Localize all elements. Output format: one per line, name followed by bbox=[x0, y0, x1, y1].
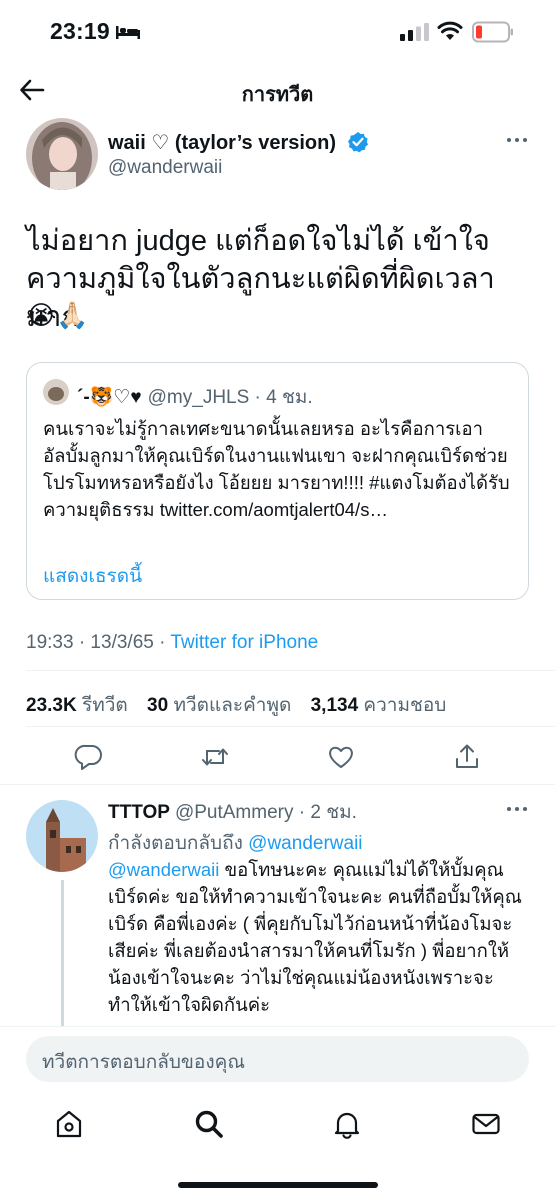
divider bbox=[26, 726, 555, 727]
battery-icon bbox=[472, 21, 513, 43]
likes-label[interactable]: ความชอบ bbox=[363, 695, 446, 716]
avatar[interactable] bbox=[26, 118, 98, 190]
tweet-timestamp: 19:33 · 13/3/65 · Twitter for iPhone bbox=[26, 632, 318, 654]
reply-input[interactable]: ทวีตการตอบกลับของคุณ bbox=[26, 1036, 529, 1082]
messages-icon[interactable] bbox=[470, 1108, 502, 1140]
thread-line bbox=[61, 880, 64, 1030]
reply-handle-time[interactable]: @PutAmmery · 2 ชม. bbox=[175, 802, 357, 823]
quote-header: ´-🐯♡♥ @my_JHLS · 4 ชม. bbox=[77, 382, 313, 412]
search-icon[interactable] bbox=[193, 1108, 225, 1140]
retweets-label[interactable]: รีทวีต bbox=[82, 695, 128, 716]
quotes-label[interactable]: ทวีตและคำพูด bbox=[173, 695, 291, 716]
reply-icon[interactable] bbox=[74, 742, 104, 772]
home-icon[interactable] bbox=[53, 1108, 85, 1140]
signal-icon bbox=[400, 23, 429, 41]
share-icon[interactable] bbox=[452, 742, 482, 772]
time-date: 19:33 · 13/3/65 · bbox=[26, 632, 171, 653]
likes-count[interactable]: 3,134 bbox=[311, 695, 359, 716]
handle[interactable]: @wanderwaii bbox=[108, 157, 222, 179]
home-indicator[interactable] bbox=[178, 1182, 378, 1188]
reply-text: @wanderwaii ขอโทษนะคะ คุณแม่ไม่ได้ให้บั้… bbox=[108, 856, 533, 1018]
status-time: 23:19 bbox=[50, 18, 110, 44]
more-icon[interactable] bbox=[504, 130, 530, 150]
wifi-icon bbox=[437, 21, 463, 40]
divider bbox=[0, 784, 555, 785]
engagement-stats: 23.3K รีทวีต 30 ทวีตและคำพูด 3,134 ความช… bbox=[26, 690, 460, 720]
reply-body: ขอโทษนะคะ คุณแม่ไม่ได้ให้บั้มคุณเบิร์ดค่… bbox=[108, 859, 522, 1015]
replying-prefix: กำลังตอบกลับถึง bbox=[108, 833, 249, 854]
reply-more-icon[interactable] bbox=[504, 799, 530, 819]
tweet-emojis: 😭🙏🏻 bbox=[26, 300, 89, 330]
reply-avatar[interactable] bbox=[26, 800, 98, 872]
quote-display-name: ´-🐯♡♥ bbox=[77, 387, 142, 408]
quote-avatar bbox=[43, 379, 69, 405]
divider bbox=[26, 670, 555, 671]
tweet-text: ไม่อยาก judge แต่ก็อดใจไม่ได้ เข้าใจความ… bbox=[26, 225, 495, 333]
quote-text: คนเราจะไม่รู้กาลเทศะขนาดนั้นเลยหรอ อะไรค… bbox=[43, 418, 510, 520]
display-name[interactable]: waii ♡ (taylor’s version) bbox=[108, 130, 336, 155]
quote-handle-time: @my_JHLS · 4 ชม. bbox=[147, 387, 313, 408]
replying-to: กำลังตอบกลับถึง @wanderwaii bbox=[108, 828, 363, 858]
replying-mention[interactable]: @wanderwaii bbox=[248, 833, 362, 854]
page-title: การทวีต bbox=[241, 84, 314, 106]
top-bar: การทวีต bbox=[0, 64, 555, 116]
reply-display-name[interactable]: TTTOP bbox=[108, 802, 170, 823]
verified-badge-icon bbox=[348, 132, 368, 153]
reply-mention[interactable]: @wanderwaii bbox=[108, 859, 219, 880]
retweet-icon[interactable] bbox=[200, 742, 230, 772]
reply-header: TTTOP @PutAmmery · 2 ชม. bbox=[108, 797, 357, 827]
show-thread-link[interactable]: แสดงเธรดนี้ bbox=[43, 561, 142, 591]
status-bar: 23:19 bbox=[0, 0, 555, 64]
notifications-icon[interactable] bbox=[331, 1108, 363, 1140]
quoted-tweet[interactable]: ´-🐯♡♥ @my_JHLS · 4 ชม. คนเราจะไม่รู้กาลเท… bbox=[26, 362, 529, 600]
retweets-count[interactable]: 23.3K bbox=[26, 695, 77, 716]
like-icon[interactable] bbox=[326, 742, 356, 772]
quotes-count[interactable]: 30 bbox=[147, 695, 168, 716]
source-link[interactable]: Twitter for iPhone bbox=[170, 632, 318, 653]
bed-icon bbox=[116, 26, 140, 39]
